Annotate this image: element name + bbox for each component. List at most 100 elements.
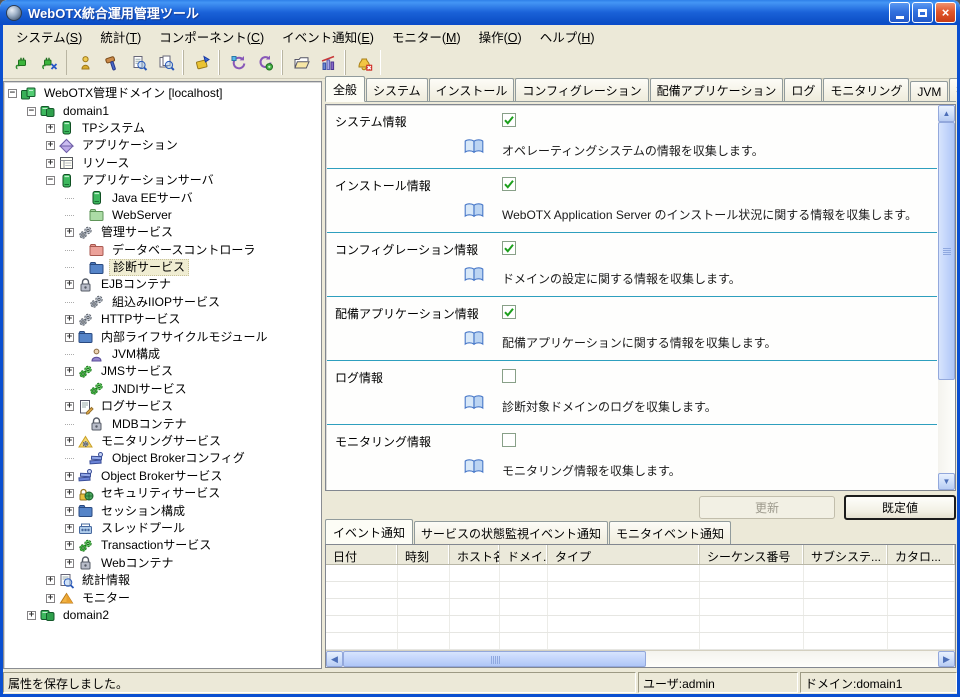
expand-icon[interactable]: + (46, 576, 55, 585)
view-documents-icon[interactable] (154, 50, 179, 75)
expand-icon[interactable]: + (65, 472, 74, 481)
tree-node-label[interactable]: モニター (79, 591, 133, 606)
menu-item-0[interactable]: システム(S) (7, 24, 91, 49)
close-button[interactable]: × (935, 2, 956, 23)
expand-icon[interactable]: + (65, 315, 74, 324)
horizontal-scrollbar[interactable]: ◀ ▶ (326, 650, 955, 667)
column-header-6[interactable]: サブシステ... (804, 545, 888, 564)
property-checkbox[interactable] (502, 369, 516, 383)
build-icon[interactable] (100, 50, 125, 75)
tree-node-9[interactable]: データベースコントローラ (4, 242, 321, 259)
scroll-left-button[interactable]: ◀ (326, 651, 343, 667)
tree-node-12[interactable]: 組込みIIOPサービス (4, 294, 321, 311)
export-folder-icon[interactable] (289, 50, 314, 75)
expand-icon[interactable]: + (46, 124, 55, 133)
tree-node-label[interactable]: リソース (79, 156, 132, 171)
tree-node-label[interactable]: ログサービス (98, 399, 176, 414)
minimize-button[interactable] (889, 2, 910, 23)
collapse-icon[interactable]: − (8, 89, 17, 98)
tree-node-2[interactable]: +TPシステム (4, 120, 321, 137)
tree-node-11[interactable]: +EJBコンテナ (4, 276, 321, 293)
event-tab-2[interactable]: モニタイベント通知 (609, 521, 731, 544)
tree-node-label[interactable]: EJBコンテナ (98, 277, 174, 292)
tree-node-label[interactable]: 内部ライフサイクルモジュール (98, 330, 271, 345)
tab-2[interactable]: インストール (429, 78, 515, 101)
event-table-body[interactable] (326, 565, 955, 650)
tree-node-25[interactable]: +スレッドプール (4, 520, 321, 537)
view-document-icon[interactable] (127, 50, 152, 75)
property-checkbox[interactable] (502, 177, 516, 191)
tree-node-22[interactable]: + Object Brokerサービス (4, 468, 321, 485)
tab-4[interactable]: 配備アプリケーション (650, 78, 784, 101)
expand-icon[interactable]: + (65, 367, 74, 376)
disconnect-icon[interactable] (37, 50, 62, 75)
expand-icon[interactable]: + (65, 489, 74, 498)
tree-node-20[interactable]: +モニタリングサービス (4, 433, 321, 450)
collapse-icon[interactable]: − (46, 176, 55, 185)
tree-node-label[interactable]: アプリケーションサーバ (79, 173, 217, 188)
expand-icon[interactable]: + (65, 507, 74, 516)
scroll-right-button[interactable]: ▶ (938, 651, 955, 667)
tab-7[interactable]: JVM (910, 81, 948, 101)
menu-item-3[interactable]: イベント通知(E) (273, 24, 383, 49)
tree-node-label[interactable]: JNDIサービス (109, 382, 190, 397)
horizontal-scroll-thumb[interactable] (343, 651, 646, 667)
tab-1[interactable]: システム (366, 78, 428, 101)
expand-icon[interactable]: + (65, 559, 74, 568)
column-header-4[interactable]: タイプ (548, 545, 700, 564)
tree-node-15[interactable]: JVM構成 (4, 346, 321, 363)
tree-node-label[interactable]: Object Brokerコンフィグ (109, 451, 248, 466)
scroll-up-button[interactable]: ▲ (938, 105, 955, 122)
tree-node-5[interactable]: − アプリケーションサーバ (4, 172, 321, 189)
tree-node-label[interactable]: Transactionサービス (98, 538, 214, 553)
tree-node-label[interactable]: JVM構成 (109, 347, 163, 362)
expand-icon[interactable]: + (46, 594, 55, 603)
property-checkbox[interactable] (502, 433, 516, 447)
tree-node-label[interactable]: 診断サービス (109, 259, 189, 276)
expand-icon[interactable]: + (65, 541, 74, 550)
tree-node-23[interactable]: +セキュリティサービス (4, 485, 321, 502)
tree-node-label[interactable]: domain1 (60, 104, 112, 119)
tab-0[interactable]: 全般 (325, 76, 365, 102)
tree-node-4[interactable]: +リソース (4, 155, 321, 172)
tree-node-8[interactable]: +管理サービス (4, 224, 321, 241)
tree-node-label[interactable]: domain2 (60, 608, 112, 623)
statistics-chart-icon[interactable] (316, 50, 341, 75)
vertical-scroll-thumb[interactable] (938, 122, 955, 380)
tree-node-28[interactable]: + 統計情報 (4, 572, 321, 589)
menu-item-6[interactable]: ヘルプ(H) (531, 24, 604, 49)
tree-node-3[interactable]: +アプリケーション (4, 137, 321, 154)
menu-item-4[interactable]: モニター(M) (383, 24, 470, 49)
tree-node-label[interactable]: WebServer (109, 208, 175, 223)
tree-node-label[interactable]: WebOTX管理ドメイン [localhost] (41, 86, 226, 101)
column-header-5[interactable]: シーケンス番号 (700, 545, 804, 564)
expand-icon[interactable]: + (46, 141, 55, 150)
tab-6[interactable]: モニタリング (823, 78, 909, 101)
column-header-0[interactable]: 日付 (326, 545, 398, 564)
tree-node-label[interactable]: 組込みIIOPサービス (109, 295, 223, 310)
collapse-icon[interactable]: − (27, 107, 36, 116)
tree-node-label[interactable]: 統計情報 (79, 573, 133, 588)
expand-icon[interactable]: + (27, 611, 36, 620)
tree-node-label[interactable]: 管理サービス (98, 225, 176, 240)
menu-item-2[interactable]: コンポーネント(C) (150, 24, 273, 49)
vertical-scrollbar[interactable]: ▲ ▼ (938, 105, 955, 490)
tree-node-label[interactable]: セッション構成 (98, 504, 188, 519)
tree-node-24[interactable]: + セッション構成 (4, 502, 321, 519)
tree-node-7[interactable]: WebServer (4, 207, 321, 224)
tree-node-30[interactable]: + domain2 (4, 607, 321, 624)
column-header-1[interactable]: 時刻 (398, 545, 450, 564)
maximize-button[interactable] (912, 2, 933, 23)
launch-icon[interactable] (73, 50, 98, 75)
scroll-down-button[interactable]: ▼ (938, 473, 955, 490)
menu-item-1[interactable]: 統計(T) (91, 24, 150, 49)
tree-node-16[interactable]: +JMSサービス (4, 363, 321, 380)
tree-node-1[interactable]: − domain1 (4, 102, 321, 119)
tree-node-label[interactable]: Object Brokerサービス (98, 469, 225, 484)
refresh-component-icon[interactable] (253, 50, 278, 75)
event-tab-1[interactable]: サービスの状態監視イベント通知 (414, 521, 608, 544)
tree-node-27[interactable]: +Webコンテナ (4, 555, 321, 572)
update-button[interactable]: 更新 (699, 496, 835, 519)
property-checkbox[interactable] (502, 305, 516, 319)
tree-node-label[interactable]: HTTPサービス (98, 312, 183, 327)
